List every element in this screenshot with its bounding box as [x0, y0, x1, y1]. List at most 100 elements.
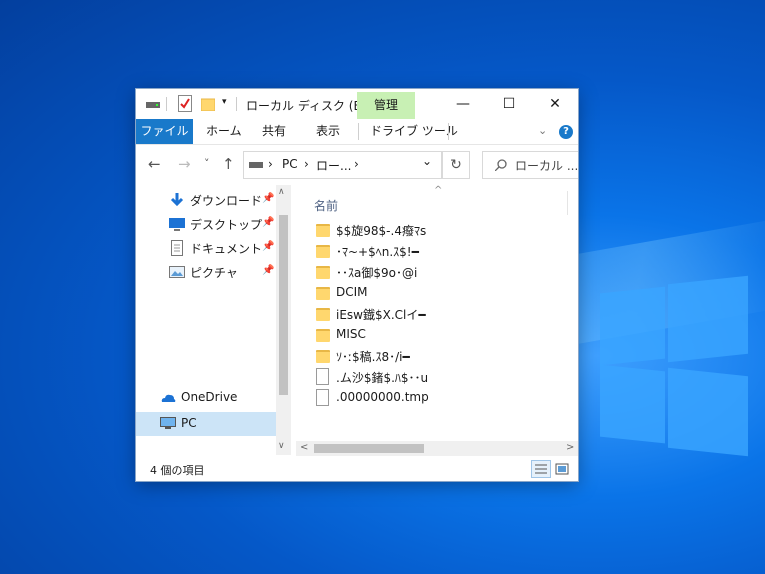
recent-locations-button[interactable]: ˅ [204, 157, 210, 170]
list-item[interactable]: ･･ｽa御$9o･@i [314, 261, 564, 281]
scroll-up-icon[interactable]: ∧ [278, 187, 285, 197]
list-item[interactable]: .ム沙$鍺$.ﾊ$･･u [314, 366, 564, 386]
folder-icon [316, 221, 330, 237]
scroll-down-icon[interactable]: ∨ [278, 441, 285, 451]
tab-view[interactable]: 表示 [316, 119, 340, 144]
windows-logo-pane-br [668, 367, 748, 457]
file-list: ^ 名前 $$旋98$-.4癈ﾏs ･ﾏ~+$ﾍn.ｽ$!━ ･･ｽa御$9o･… [296, 185, 578, 455]
file-name: MISC [336, 327, 366, 341]
properties-icon[interactable] [178, 95, 192, 112]
folder-icon [316, 242, 330, 258]
sidebar-item-label: ピクチャ [190, 266, 238, 280]
tab-drive-tools[interactable]: ドライブ ツール [370, 119, 458, 144]
folder-icon [316, 326, 330, 342]
breadcrumb-pc[interactable]: PC [282, 157, 298, 171]
file-name: $$旋98$-.4癈ﾏs [336, 224, 427, 238]
address-separator: › [354, 157, 359, 171]
sidebar-item-onedrive[interactable]: OneDrive [136, 387, 276, 409]
folder-icon [316, 347, 330, 363]
scroll-right-icon[interactable]: > [566, 442, 574, 453]
up-button[interactable]: ↑ [222, 155, 235, 173]
sort-ascending-icon: ^ [434, 185, 443, 196]
list-item[interactable]: ･ﾏ~+$ﾍn.ｽ$!━ [314, 240, 564, 260]
list-item[interactable]: DCIM [314, 282, 564, 302]
file-list-horizontal-scrollbar[interactable]: < > [296, 441, 578, 456]
list-item[interactable]: $$旋98$-.4癈ﾏs [314, 219, 564, 239]
pin-icon: 📌 [262, 265, 275, 276]
drive-icon [146, 102, 160, 108]
minimize-button[interactable]: — [440, 89, 486, 119]
ribbon-separator [358, 123, 359, 140]
list-item[interactable]: iEsw鐡$X.Clイ━ [314, 303, 564, 323]
column-header-name[interactable]: 名前 [314, 197, 338, 214]
sidebar-item-label: PC [181, 416, 197, 430]
tab-share[interactable]: 共有 [262, 119, 286, 144]
address-separator: › [268, 157, 273, 171]
sidebar-item-documents[interactable]: ドキュメント 📌 [136, 237, 276, 259]
onedrive-icon [161, 394, 176, 402]
folder-icon [316, 305, 330, 321]
forward-button[interactable]: → [178, 155, 191, 173]
address-dropdown-icon[interactable]: ⌄ [422, 154, 432, 168]
large-icons-view-icon [555, 463, 569, 475]
desktop-icon [169, 218, 185, 231]
pin-icon: 📌 [262, 241, 275, 252]
details-view-button[interactable] [531, 460, 551, 478]
folder-icon [316, 284, 330, 300]
navigation-pane-scrollbar[interactable]: ∧ ∨ [276, 185, 291, 455]
toolbar-separator [166, 97, 167, 111]
drive-icon [249, 162, 263, 168]
chevron-down-icon[interactable]: ⌄ [538, 124, 547, 137]
sidebar-item-downloads[interactable]: ダウンロード 📌 [136, 189, 276, 211]
sidebar-item-pc[interactable]: PC [136, 412, 276, 436]
address-bar[interactable]: › PC › ロー... › ⌄ [243, 151, 442, 179]
file-name: .00000000.tmp [336, 390, 429, 404]
file-name: iEsw鐡$X.Clイ━ [336, 308, 426, 322]
scroll-left-icon[interactable]: < [300, 442, 308, 453]
file-icon [316, 389, 329, 406]
navigation-bar: ← → ˅ ↑ › PC › ロー... › ⌄ ↻ ローカル ... [136, 145, 578, 185]
search-box[interactable]: ローカル ... [482, 151, 578, 179]
address-separator: › [304, 157, 309, 171]
new-folder-icon[interactable] [201, 97, 215, 111]
navigation-pane: ダウンロード 📌 デスクトップ 📌 ドキュメント 📌 ピクチャ 📌 OneDri… [136, 185, 291, 455]
sidebar-item-label: OneDrive [181, 390, 238, 404]
item-count: 4 個の項目 [150, 464, 205, 477]
close-button[interactable]: ✕ [532, 89, 578, 119]
ribbon-separator [448, 123, 449, 140]
scrollbar-thumb[interactable] [314, 444, 424, 453]
sidebar-item-pictures[interactable]: ピクチャ 📌 [136, 261, 276, 283]
list-item[interactable]: .00000000.tmp [314, 387, 564, 407]
ribbon-tabs: ファイル ホーム 共有 表示 ドライブ ツール ⌄ ? [136, 119, 578, 145]
help-icon[interactable]: ? [559, 125, 573, 139]
back-button[interactable]: ← [148, 155, 161, 173]
file-name: ･･ｽa御$9o･@i [336, 266, 418, 280]
tab-home[interactable]: ホーム [206, 119, 242, 144]
document-icon [171, 240, 183, 256]
status-bar: 4 個の項目 [136, 456, 578, 481]
windows-logo-pane-tl [600, 286, 665, 366]
file-explorer-window: ▾ ローカル ディスク (E:) 管理 — ☐ ✕ ファイル ホーム 共有 表示… [136, 89, 578, 481]
sidebar-item-label: デスクトップ [190, 218, 263, 232]
window-title: ローカル ディスク (E:) [246, 99, 370, 113]
scrollbar-thumb[interactable] [279, 215, 288, 395]
search-placeholder: ローカル ... [515, 159, 578, 173]
tab-file[interactable]: ファイル [136, 119, 193, 144]
maximize-button[interactable]: ☐ [486, 89, 532, 119]
column-separator[interactable] [567, 191, 568, 215]
large-icons-view-button[interactable] [552, 460, 572, 478]
sidebar-item-desktop[interactable]: デスクトップ 📌 [136, 213, 276, 235]
quick-access-dropdown-icon[interactable]: ▾ [222, 97, 227, 107]
list-item[interactable]: MISC [314, 324, 564, 344]
toolbar-separator [236, 97, 237, 111]
file-name: .ム沙$鍺$.ﾊ$･･u [336, 371, 429, 385]
windows-logo-pane-bl [600, 364, 665, 444]
tab-manage[interactable]: 管理 [357, 92, 415, 119]
refresh-button[interactable]: ↻ [442, 151, 470, 179]
list-item[interactable]: ｿ･ː$稿.ｽ8･/i━ [314, 345, 564, 365]
pin-icon: 📌 [262, 193, 275, 204]
file-name: ･ﾏ~+$ﾍn.ｽ$!━ [336, 245, 419, 259]
breadcrumb-drive[interactable]: ロー... [316, 157, 351, 174]
download-icon [170, 193, 184, 207]
title-bar[interactable]: ▾ ローカル ディスク (E:) 管理 — ☐ ✕ [136, 89, 578, 119]
